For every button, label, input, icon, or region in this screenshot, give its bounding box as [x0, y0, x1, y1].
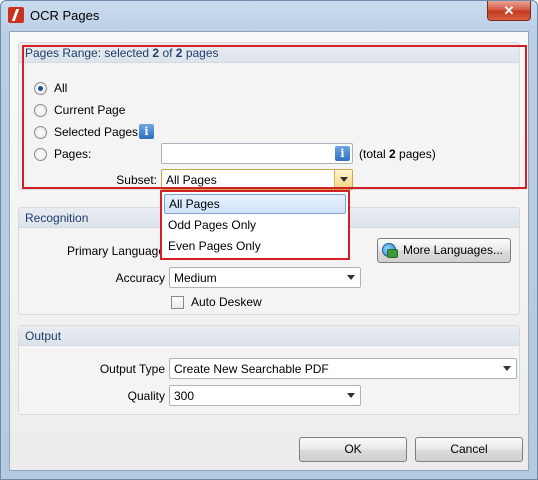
output-header: Output: [19, 326, 519, 346]
output-type-label: Output Type: [99, 362, 165, 376]
pages-range-highlight: [22, 45, 527, 189]
accuracy-dropdown[interactable]: Medium: [169, 267, 361, 288]
window-title: OCR Pages: [30, 8, 100, 23]
quality-value: 300: [174, 389, 195, 403]
title-bar[interactable]: OCR Pages ✕: [1, 1, 537, 31]
accuracy-label: Accuracy: [115, 271, 165, 285]
chevron-down-icon[interactable]: [342, 268, 360, 287]
ok-button[interactable]: OK: [299, 437, 407, 462]
primary-language-label: Primary Language: [66, 244, 165, 258]
accuracy-value: Medium: [174, 271, 217, 285]
subset-option-odd-pages[interactable]: Odd Pages Only: [164, 216, 346, 236]
cancel-button[interactable]: Cancel: [415, 437, 523, 462]
subset-dropdown-list[interactable]: All Pages Odd Pages Only Even Pages Only: [160, 190, 350, 260]
output-type-value: Create New Searchable PDF: [174, 362, 329, 376]
auto-deskew-label: Auto Deskew: [191, 295, 262, 309]
more-languages-button[interactable]: More Languages...: [377, 238, 511, 263]
app-icon: [8, 7, 24, 23]
chevron-down-icon[interactable]: [498, 359, 516, 378]
subset-option-all-pages[interactable]: All Pages: [164, 194, 346, 214]
chevron-down-icon[interactable]: [342, 386, 360, 405]
auto-deskew-checkbox[interactable]: [171, 296, 184, 309]
subset-option-even-pages[interactable]: Even Pages Only: [164, 237, 346, 257]
dialog-body: Pages Range: selected 2 of 2 pages All C…: [9, 31, 529, 471]
quality-dropdown[interactable]: 300: [169, 385, 361, 406]
globe-icon: [382, 243, 398, 258]
quality-label: Quality: [127, 389, 165, 403]
output-group: Output Output Type Create New Searchable…: [18, 325, 520, 415]
ocr-pages-dialog: OCR Pages ✕ Pages Range: selected 2 of 2…: [0, 0, 538, 480]
recognition-title: Recognition: [25, 211, 89, 225]
output-type-dropdown[interactable]: Create New Searchable PDF: [169, 358, 517, 379]
output-title: Output: [25, 329, 62, 343]
more-languages-label: More Languages...: [402, 243, 504, 257]
close-button[interactable]: ✕: [487, 1, 531, 21]
